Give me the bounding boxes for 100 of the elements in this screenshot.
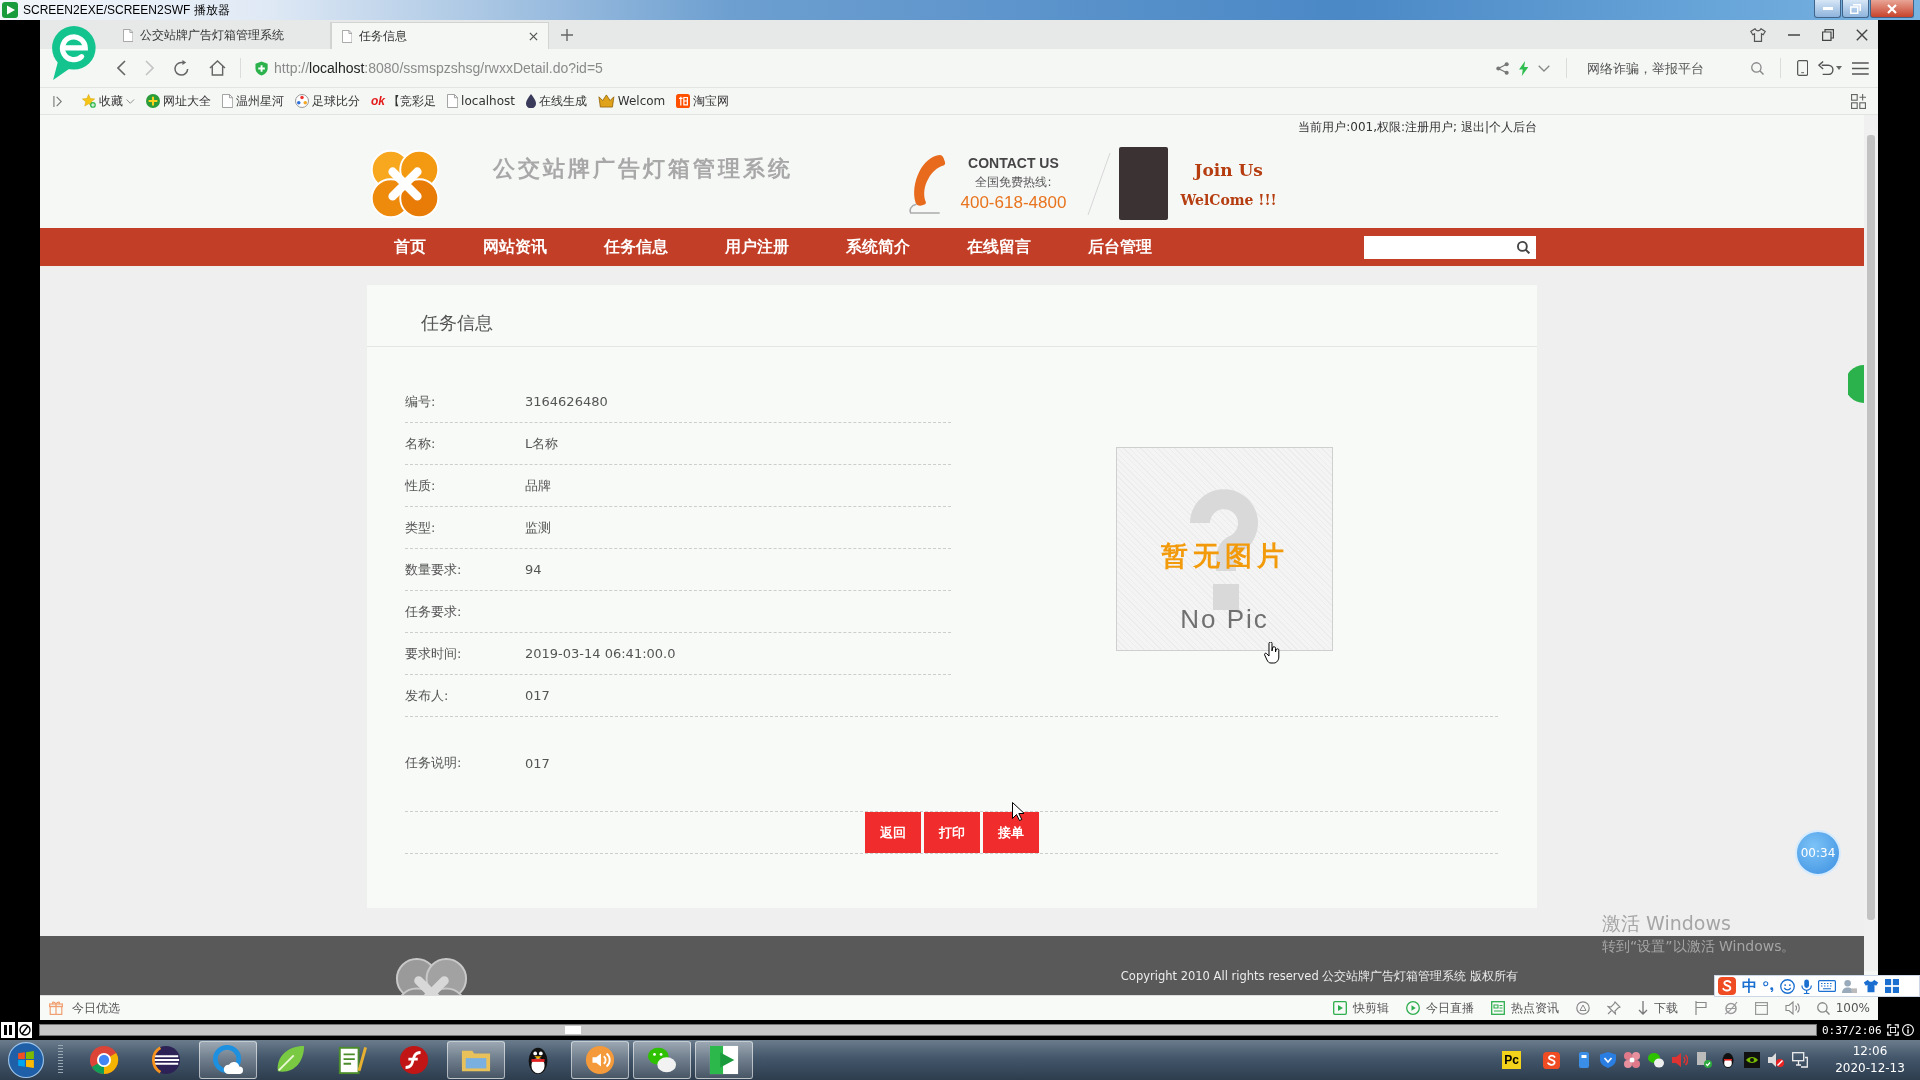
apps-grid-icon[interactable]: [1851, 93, 1866, 109]
square-logo-icon: [676, 94, 691, 108]
bookmark-link[interactable]: 足球比分: [294, 92, 360, 110]
nav-link[interactable]: 用户注册: [725, 236, 789, 258]
share-icon[interactable]: [1495, 61, 1509, 75]
scrollbar-track[interactable]: [1864, 115, 1878, 971]
minimize-button[interactable]: [1814, 0, 1841, 18]
taskbar-app[interactable]: [633, 1041, 691, 1079]
bookmark-link[interactable]: Welcom: [598, 94, 666, 108]
shirt-icon[interactable]: [1750, 27, 1766, 42]
network-icon[interactable]: [1792, 1052, 1808, 1068]
clock[interactable]: 12:06 2020-12-13: [1830, 1043, 1910, 1077]
page-icon: [123, 29, 134, 42]
media-player-icon: [709, 1045, 739, 1075]
search-field[interactable]: [1364, 235, 1536, 259]
bookmark-link[interactable]: ok 【竞彩足: [370, 92, 436, 110]
flag-icon[interactable]: [1694, 1001, 1707, 1015]
plus-icon[interactable]: [561, 28, 573, 41]
slashed-circle-icon[interactable]: [1723, 1001, 1738, 1015]
penguin-icon[interactable]: [1720, 1052, 1736, 1068]
tablet-icon[interactable]: [1797, 60, 1809, 76]
s-logo-icon[interactable]: [1718, 977, 1736, 995]
caret-icon[interactable]: [1836, 66, 1843, 70]
action-button[interactable]: 打印: [923, 812, 980, 853]
speaker-app-icon: [585, 1045, 615, 1075]
grid-icon[interactable]: [1885, 979, 1900, 993]
no-entry-icon[interactable]: [18, 1022, 32, 1038]
usb-drive-icon[interactable]: [1576, 1052, 1592, 1068]
nav-link[interactable]: 任务信息: [604, 236, 668, 258]
action-button[interactable]: 接单: [982, 812, 1039, 853]
smiley-icon[interactable]: [1780, 978, 1795, 994]
tray-app-label[interactable]: Pc: [1502, 1051, 1521, 1069]
status-link[interactable]: 今日直播: [1405, 999, 1474, 1017]
address-field[interactable]: http://localhost:8080/ssmspzshsg/rwxxDetail.do?id=5: [254, 54, 1496, 82]
status-link[interactable]: 热点资讯: [1490, 999, 1559, 1017]
scrollbar-thumb[interactable]: [1867, 135, 1875, 920]
nav-link[interactable]: 系统简介: [846, 236, 910, 258]
close-icon[interactable]: [529, 31, 538, 41]
field-value: 3164626480: [525, 394, 608, 409]
search-field[interactable]: 网络诈骗，举报平台: [1583, 57, 1742, 79]
close-button[interactable]: [1870, 0, 1914, 18]
news-icon: [1490, 1001, 1505, 1015]
keyboard-icon[interactable]: [1818, 980, 1837, 992]
flower-icon[interactable]: [1624, 1052, 1640, 1068]
undo-icon[interactable]: [1818, 61, 1835, 75]
eye-icon[interactable]: [1744, 1052, 1760, 1068]
back-icon[interactable]: [117, 60, 126, 76]
nav-link[interactable]: 网站资讯: [483, 236, 547, 258]
s-logo-icon[interactable]: [1543, 1051, 1560, 1069]
shield-icon[interactable]: [1600, 1052, 1616, 1068]
fullscreen-icon[interactable]: [1886, 1024, 1899, 1036]
nav-link[interactable]: 首页: [394, 236, 426, 258]
start-orb-icon[interactable]: [8, 1042, 44, 1078]
status-link[interactable]: 下载: [1637, 999, 1678, 1017]
search-icon[interactable]: [1517, 240, 1530, 254]
restore-button[interactable]: [1842, 0, 1869, 18]
progress-track[interactable]: [39, 1024, 1817, 1036]
refresh-icon[interactable]: [173, 59, 190, 77]
taskbar-app[interactable]: [199, 1041, 257, 1079]
chat-bubbles-icon: [647, 1045, 677, 1075]
restore-icon[interactable]: [1822, 28, 1834, 41]
close-icon[interactable]: [1856, 28, 1868, 41]
bookmark-link[interactable]: 收藏: [82, 92, 135, 110]
shield-icon: [254, 60, 269, 76]
pause-icon[interactable]: [1, 1022, 15, 1038]
bookmark-link[interactable]: localhost: [446, 94, 515, 108]
status-link[interactable]: 今日优选: [72, 999, 120, 1017]
nav-link[interactable]: 在线留言: [967, 236, 1031, 258]
input-mode-toggle[interactable]: 中: [1742, 976, 1757, 996]
bookmark-link[interactable]: 在线生成: [526, 92, 587, 110]
window-icon[interactable]: [1754, 1001, 1768, 1015]
pin-icon[interactable]: [1606, 1001, 1621, 1015]
bookmark-link[interactable]: 淘宝网: [676, 92, 730, 110]
zoom-control[interactable]: 100%: [1816, 1001, 1870, 1015]
microphone-icon[interactable]: [1801, 978, 1813, 994]
nav-link[interactable]: 后台管理: [1088, 236, 1152, 258]
menu-icon[interactable]: [1852, 61, 1869, 75]
speaker-icon[interactable]: [1784, 1001, 1800, 1015]
chat-bubbles-icon[interactable]: [1648, 1052, 1664, 1068]
bookmark-link[interactable]: 温州星河: [221, 92, 284, 110]
taskbar-app[interactable]: [695, 1041, 753, 1079]
taskbar-app[interactable]: [571, 1041, 629, 1079]
computer-check-icon[interactable]: [1696, 1052, 1712, 1068]
info-icon[interactable]: [1901, 1024, 1914, 1036]
browser-tab[interactable]: 任务信息: [331, 22, 549, 49]
sidebar-toggle-icon[interactable]: [53, 95, 63, 107]
progress-thumb[interactable]: [564, 1026, 581, 1034]
bookmark-link[interactable]: 网址大全: [145, 92, 211, 110]
shirt-icon[interactable]: [1863, 979, 1880, 993]
status-link[interactable]: 快剪辑: [1332, 999, 1389, 1017]
play-logo-icon: [2, 2, 18, 18]
triangle-circle-icon[interactable]: [1575, 1001, 1590, 1015]
action-button[interactable]: 返回: [864, 812, 921, 853]
home-icon[interactable]: [209, 60, 226, 76]
minimize-icon[interactable]: [1788, 33, 1800, 36]
chevron-down-icon[interactable]: [1538, 64, 1551, 72]
page-icon: [342, 29, 353, 43]
punctuation-icon[interactable]: [1763, 980, 1774, 992]
ball-icon: [294, 94, 309, 108]
mute-icon[interactable]: [1768, 1052, 1784, 1068]
